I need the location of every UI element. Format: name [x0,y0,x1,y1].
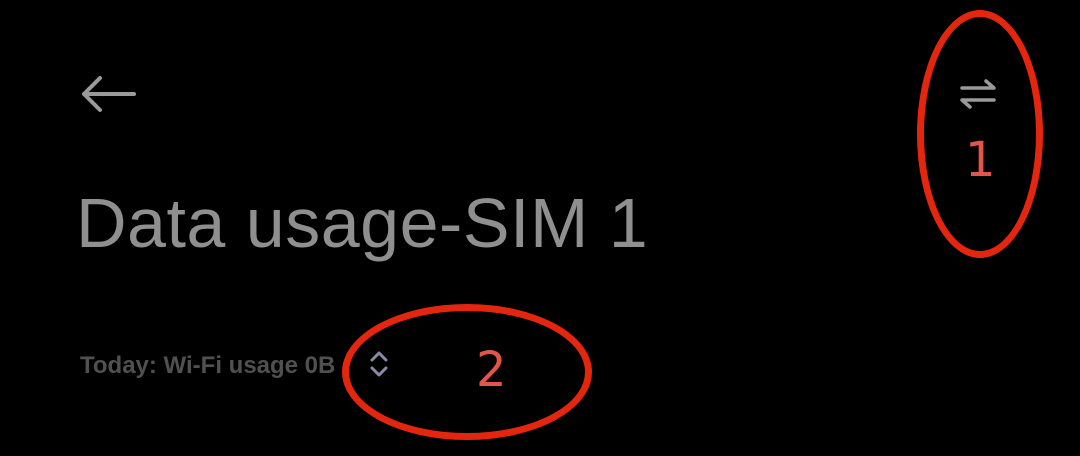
switch-sim-button[interactable] [946,70,1010,122]
swap-arrows-icon [958,78,998,115]
annotation-label-1: 1 [965,132,996,188]
page-title: Data usage-SIM 1 [76,184,649,262]
usage-summary-row[interactable]: Today: Wi-Fi usage 0B [80,344,397,388]
annotation-circle-1 [917,10,1043,258]
chevron-up-down-icon [368,349,390,384]
arrow-left-icon [78,74,138,119]
annotation-label-2: 2 [476,342,507,398]
wifi-usage-summary: Today: Wi-Fi usage 0B [80,352,336,379]
back-button[interactable] [72,66,144,126]
usage-toggle-button[interactable] [361,346,397,386]
data-usage-screen: Data usage-SIM 1 Today: Wi-Fi usage 0B 1… [0,0,1080,456]
